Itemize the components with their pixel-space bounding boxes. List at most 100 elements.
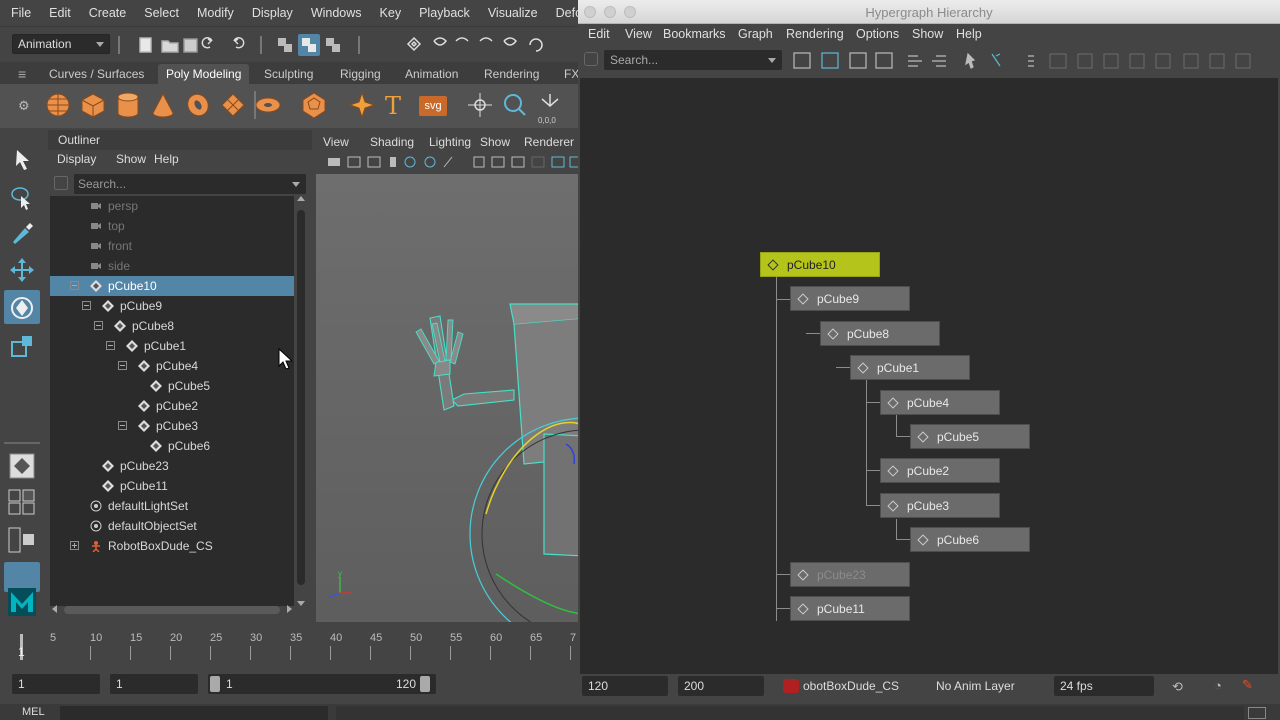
- hg-menu-help[interactable]: Help: [956, 27, 982, 41]
- collapse-toggle-icon[interactable]: [82, 301, 91, 310]
- hg-search-dropdown-icon[interactable]: [768, 58, 776, 63]
- menu-set-dropdown[interactable]: Animation: [12, 34, 110, 54]
- menu-display[interactable]: Display: [243, 6, 302, 20]
- auto-key-icon[interactable]: ◔: [1214, 678, 1222, 693]
- shelf-menu-icon[interactable]: ≡: [18, 66, 26, 82]
- loop-icon[interactable]: ⟲: [1172, 679, 1183, 695]
- outliner-search-dropdown-icon[interactable]: [292, 182, 300, 187]
- range-start-handle[interactable]: [210, 676, 220, 692]
- freeze-icon[interactable]: [501, 91, 529, 119]
- super-shape-icon[interactable]: [348, 91, 376, 119]
- layout-icon-2[interactable]: [8, 526, 36, 554]
- outliner-row[interactable]: pCube10: [50, 276, 294, 296]
- shelf-tab-rendering[interactable]: Rendering: [476, 64, 547, 84]
- outliner-row[interactable]: pCube5: [50, 376, 294, 396]
- collapse-toggle-icon[interactable]: [70, 281, 79, 290]
- move-tool-icon[interactable]: [8, 256, 36, 284]
- outliner-menu-display[interactable]: Display: [57, 152, 96, 166]
- hg-menu-show[interactable]: Show: [912, 27, 943, 41]
- platonic-icon[interactable]: [300, 91, 328, 119]
- shelf-tab-rigging[interactable]: Rigging: [332, 64, 389, 84]
- time-slider[interactable]: 5 10 15 20 25 30 35 40 45 50 55 60 65 7 1: [0, 624, 611, 664]
- menu-key[interactable]: Key: [371, 6, 411, 20]
- menu-file[interactable]: File: [0, 6, 40, 20]
- outliner-row[interactable]: top: [50, 216, 294, 236]
- shelf-gear-icon[interactable]: ⚙: [18, 98, 30, 114]
- hypergraph-node[interactable]: pCube11: [790, 596, 910, 621]
- outliner-row[interactable]: persp: [50, 196, 294, 216]
- shelf-tab-poly-modeling[interactable]: Poly Modeling: [158, 64, 250, 84]
- disc-icon[interactable]: [254, 91, 282, 119]
- script-editor-icon[interactable]: [1248, 707, 1266, 719]
- viewport-canvas[interactable]: y: [316, 174, 578, 622]
- outliner-row[interactable]: front: [50, 236, 294, 256]
- viewport-menu-lighting[interactable]: Lighting: [429, 135, 471, 149]
- viewport-menu-renderer[interactable]: Renderer: [524, 135, 574, 149]
- outliner-menu-help[interactable]: Help: [154, 152, 179, 166]
- expand-toggle-icon[interactable]: [70, 541, 79, 550]
- hg-toolbar-icons[interactable]: [792, 50, 1272, 72]
- character-set-label[interactable]: obotBoxDude_CS: [803, 679, 899, 693]
- outliner-row[interactable]: pCube6: [50, 436, 294, 456]
- hg-menu-options[interactable]: Options: [856, 27, 899, 41]
- viewport-menu-shading[interactable]: Shading: [370, 135, 414, 149]
- hypergraph-node[interactable]: pCube5: [910, 424, 1030, 449]
- hg-search-input[interactable]: Search...: [604, 50, 782, 70]
- cube-icon[interactable]: [79, 91, 107, 119]
- outliner-filter-icon[interactable]: [54, 176, 68, 190]
- menu-playback[interactable]: Playback: [410, 6, 479, 20]
- outliner-menu-show[interactable]: Show: [116, 152, 146, 166]
- hypergraph-node[interactable]: pCube6: [910, 527, 1030, 552]
- hypergraph-node[interactable]: pCube4: [880, 390, 1000, 415]
- viewport-menu-view[interactable]: View: [323, 135, 349, 149]
- range-slider[interactable]: 1 120: [208, 674, 436, 694]
- hypergraph-node[interactable]: pCube8: [820, 321, 940, 346]
- outliner-row[interactable]: pCube2: [50, 396, 294, 416]
- svg-icon[interactable]: svg: [419, 96, 447, 116]
- hypergraph-node[interactable]: pCube3: [880, 493, 1000, 518]
- outliner-row[interactable]: pCube11: [50, 476, 294, 496]
- lasso-tool-icon[interactable]: [8, 184, 36, 212]
- outliner-row[interactable]: pCube9: [50, 296, 294, 316]
- shelf-tab-sculpting[interactable]: Sculpting: [256, 64, 321, 84]
- outliner-hscrollbar[interactable]: [52, 604, 292, 616]
- shelf-tab-curves[interactable]: Curves / Surfaces: [41, 64, 152, 84]
- rotate-tool-icon[interactable]: [8, 294, 36, 322]
- outliner-row[interactable]: pCube8: [50, 316, 294, 336]
- hypergraph-node[interactable]: pCube2: [880, 458, 1000, 483]
- hg-menu-edit[interactable]: Edit: [588, 27, 610, 41]
- hg-filter-icon[interactable]: [584, 52, 598, 66]
- outliner-row[interactable]: RobotBoxDude_CS: [50, 536, 294, 556]
- outliner-vscrollbar[interactable]: [296, 196, 306, 606]
- collapse-toggle-icon[interactable]: [94, 321, 103, 330]
- max-end-field[interactable]: 200: [678, 676, 764, 696]
- menu-create[interactable]: Create: [80, 6, 136, 20]
- hg-menu-rendering[interactable]: Rendering: [786, 27, 844, 41]
- mel-input[interactable]: [60, 706, 328, 720]
- collapse-toggle-icon[interactable]: [118, 421, 127, 430]
- hypergraph-node[interactable]: pCube1: [850, 355, 970, 380]
- hg-menu-graph[interactable]: Graph: [738, 27, 773, 41]
- viewport-menu-show[interactable]: Show: [480, 135, 510, 149]
- current-time-field[interactable]: 1: [110, 674, 198, 694]
- menu-modify[interactable]: Modify: [188, 6, 243, 20]
- hg-menu-bookmarks[interactable]: Bookmarks: [663, 27, 726, 41]
- anim-layer-label[interactable]: No Anim Layer: [936, 679, 1015, 693]
- outliner-row[interactable]: side: [50, 256, 294, 276]
- hypergraph-node[interactable]: pCube23: [790, 562, 910, 587]
- start-time-field[interactable]: 1: [12, 674, 100, 694]
- menu-windows[interactable]: Windows: [302, 6, 371, 20]
- hypergraph-node[interactable]: pCube9: [790, 286, 910, 311]
- viewport-toolbar[interactable]: [326, 154, 578, 170]
- hg-menu-view[interactable]: View: [625, 27, 652, 41]
- hypergraph-node[interactable]: pCube10: [760, 252, 880, 277]
- sphere-icon[interactable]: [44, 91, 72, 119]
- shelf-tab-animation[interactable]: Animation: [397, 64, 466, 84]
- select-tool-icon[interactable]: [8, 146, 36, 174]
- paint-select-icon[interactable]: [8, 220, 36, 248]
- animation-preferences-icon[interactable]: ✎: [1242, 677, 1253, 693]
- cylinder-icon[interactable]: [114, 91, 142, 119]
- outliner-search-input[interactable]: Search...: [74, 174, 306, 194]
- outliner-row[interactable]: pCube1: [50, 336, 294, 356]
- menu-select[interactable]: Select: [135, 6, 188, 20]
